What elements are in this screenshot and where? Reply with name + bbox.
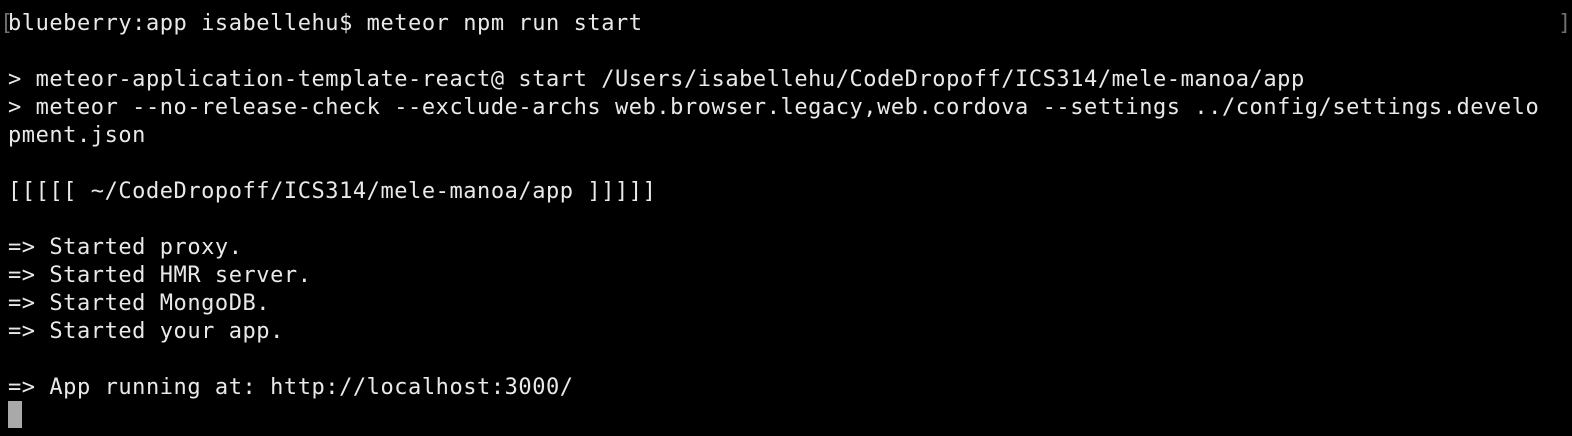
- app-running-line: => App running at: http://localhost:3000…: [8, 375, 574, 400]
- command-prompt-line: blueberry:app isabellehu$ meteor npm run…: [8, 11, 643, 36]
- npm-script-line: > meteor-application-template-react@ sta…: [8, 67, 1305, 92]
- terminal-window[interactable]: [ ] blueberry:app isabellehu$ meteor npm…: [0, 0, 1572, 436]
- npm-command-line-wrap: pment.json: [8, 123, 146, 148]
- line-marker-right: ]: [1558, 11, 1572, 36]
- status-line-app: => Started your app.: [8, 319, 284, 344]
- terminal-cursor: [8, 401, 22, 428]
- status-line-mongodb: => Started MongoDB.: [8, 291, 271, 316]
- meteor-path-banner: [[[[[ ~/CodeDropoff/ICS314/mele-manoa/ap…: [8, 179, 657, 204]
- npm-command-line: > meteor --no-release-check --exclude-ar…: [8, 95, 1540, 120]
- status-line-proxy: => Started proxy.: [8, 235, 243, 260]
- status-line-hmr: => Started HMR server.: [8, 263, 312, 288]
